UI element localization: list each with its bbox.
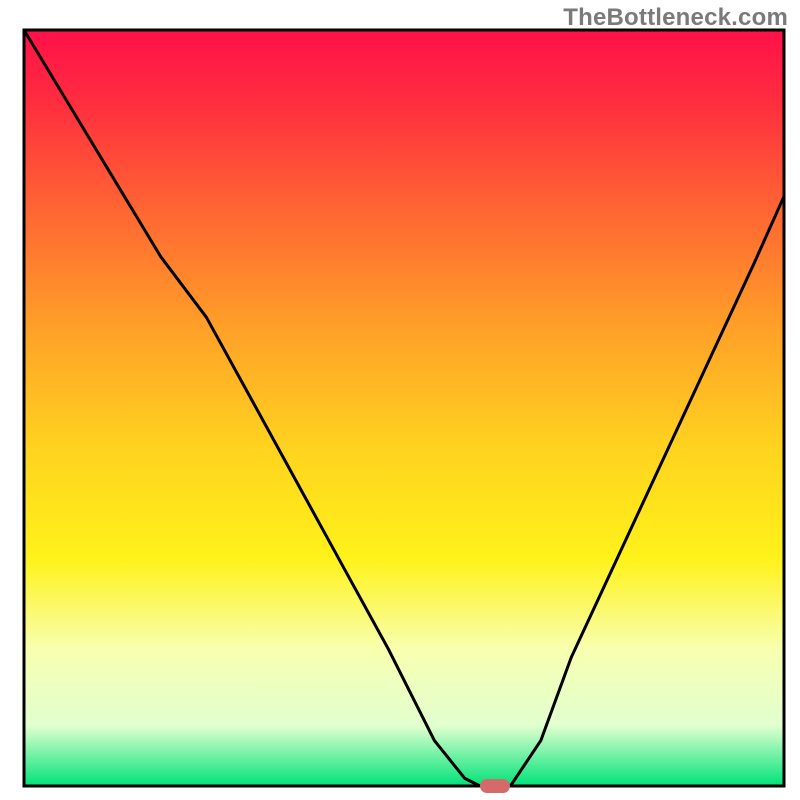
optimum-marker (480, 779, 510, 793)
gradient-background (24, 30, 784, 786)
bottleneck-chart (0, 0, 800, 800)
chart-stage: TheBottleneck.com (0, 0, 800, 800)
